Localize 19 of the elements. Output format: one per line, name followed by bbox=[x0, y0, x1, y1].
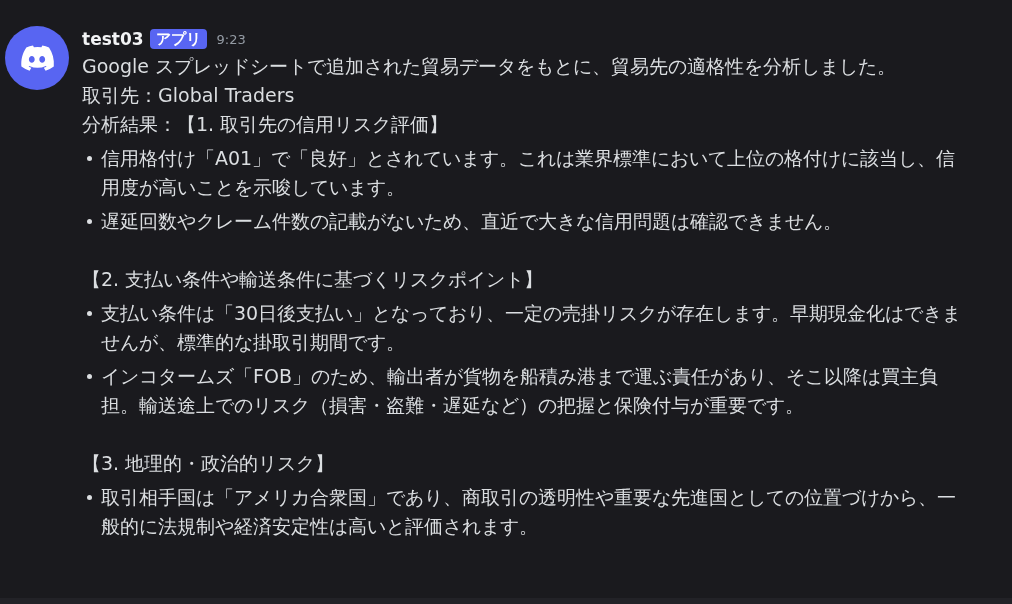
bullet-text: 支払い条件は「30日後支払い」となっており、一定の売掛リスクが存在します。早期現金化はできませんが、標準的な掛取引期間です。 bbox=[101, 301, 962, 355]
section-heading: 【2. 支払い条件や輸送条件に基づくリスクポイント】 bbox=[82, 267, 545, 292]
section-heading: 【3. 地理的・政治的リスク】 bbox=[82, 451, 336, 476]
bullet-text: 取引相手国は「アメリカ合衆国」であり、商取引の透明性や重要な先進国としての位置づけから、一般的に法規制や経済安定性は高いと評価されます。 bbox=[101, 485, 957, 539]
bullet-text: 信用格付け「A01」で「良好」とされています。これは業界標準において上位の格付けに該当し、信用度が高いことを示唆しています。 bbox=[101, 146, 957, 200]
message-text: 取引先：Global Traders bbox=[82, 83, 296, 108]
app-badge: アプリ bbox=[149, 29, 207, 49]
timestamp: 9:23 bbox=[216, 30, 246, 49]
bullet-text: インコタームズ「FOB」のため、輸出者が貨物を船積み港まで運ぶ責任があり、そこ以降は買主負担。輸送途上でのリスク（損害・盗難・遅延など）の把握と保険付与が重要です。 bbox=[101, 364, 939, 418]
bullet-icon bbox=[87, 495, 92, 500]
bullet-icon bbox=[87, 156, 92, 161]
bullet-icon bbox=[87, 311, 92, 316]
bullet-icon bbox=[87, 219, 92, 224]
section-heading: 分析結果：【1. 取引先の信用リスク評価】 bbox=[82, 112, 450, 137]
bullet-icon bbox=[87, 374, 92, 379]
message-text: Google スプレッドシートで追加された貿易データをもとに、貿易先の適格性を分析しました。 bbox=[82, 54, 898, 79]
username[interactable]: test03 bbox=[82, 24, 144, 54]
avatar-icon[interactable] bbox=[5, 26, 69, 90]
bullet-text: 遅延回数やクレーム件数の記載がないため、直近で大きな信用問題は確認できません。 bbox=[101, 209, 843, 234]
